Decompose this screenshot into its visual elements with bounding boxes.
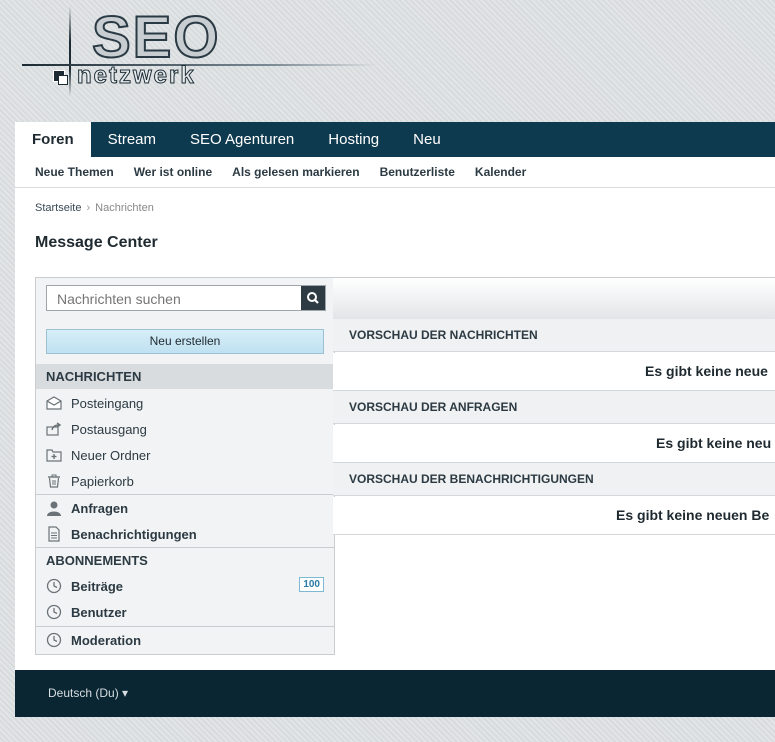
search-input[interactable] [55,289,299,309]
empty-message-text: Es gibt keine neuen Be [616,507,770,523]
preview-panel-header [333,277,775,320]
inbox-icon [46,396,62,410]
nav-tab-stream[interactable]: Stream [91,122,173,157]
sidebar-item-label: Moderation [71,632,142,648]
sidebar-item-label: Beiträge [71,578,124,594]
search-icon [307,292,319,304]
page-container: Foren Stream SEO Agenturen Hosting Neu N… [15,122,775,670]
empty-message-text: Es gibt keine neue [645,363,768,379]
section-heading-nachrichten[interactable]: NACHRICHTEN [36,364,334,389]
main-navigation: Foren Stream SEO Agenturen Hosting Neu [15,122,775,157]
sidebar-item-papierkorb[interactable]: Papierkorb [36,468,334,494]
sidebar-item-postausgang[interactable]: Postausgang [36,416,334,442]
folder-plus-icon [46,449,62,462]
preview-empty-anfragen: Es gibt keine neu [333,425,775,463]
preview-empty-benachrichtigungen: Es gibt keine neuen Be [333,497,775,535]
logo-crosshair-vertical [69,6,71,96]
sidebar-item-anfragen[interactable]: Anfragen [36,495,334,521]
subnav-benutzerliste[interactable]: Benutzerliste [380,165,455,179]
breadcrumb-current: Nachrichten [95,202,154,214]
subnav-neue-themen[interactable]: Neue Themen [35,165,114,179]
breadcrumb-home[interactable]: Startseite [35,202,81,214]
count-badge: 100 [299,577,324,592]
nav-tab-foren[interactable]: Foren [15,122,91,157]
sidebar-item-beitraege[interactable]: Beiträge 100 [36,573,334,599]
logo-word-seo: SEO [91,5,221,70]
preview-heading-nachrichten: VORSCHAU DER NACHRICHTEN [333,319,775,352]
sidebar-item-moderation[interactable]: Moderation [36,627,334,653]
trash-icon [48,474,60,488]
subnav-als-gelesen-markieren[interactable]: Als gelesen markieren [232,165,359,179]
subnav-wer-ist-online[interactable]: Wer ist online [134,165,212,179]
sidebar-item-label: Benachrichtigungen [71,526,197,542]
logo-word-netzwerk: netzwerk [77,62,196,90]
preview-empty-nachrichten: Es gibt keine neue [333,353,775,391]
section-heading-abonnements[interactable]: ABONNEMENTS [36,548,334,573]
sidebar-item-benutzer[interactable]: Benutzer [36,599,334,625]
subnav-kalender[interactable]: Kalender [475,165,526,179]
sidebar-item-label: Neuer Ordner [71,447,151,463]
nav-tab-seo-agenturen[interactable]: SEO Agenturen [173,122,311,157]
nav-tab-neu[interactable]: Neu [396,122,458,157]
sidebar-item-label: Benutzer [71,604,127,620]
breadcrumb: Startseite › Nachrichten [35,202,154,214]
document-icon [48,526,60,542]
site-logo[interactable]: SEO netzwerk [22,6,382,98]
user-icon [47,501,61,516]
clock-icon [46,578,62,594]
sub-navigation: Neue Themen Wer ist online Als gelesen m… [15,157,775,188]
sidebar-item-label: Postausgang [71,421,147,437]
preview-heading-benachrichtigungen: VORSCHAU DER BENACHRICHTIGUNGEN [333,463,775,496]
share-icon [46,422,62,436]
sidebar-item-label: Papierkorb [71,473,134,489]
sidebar-item-label: Anfragen [71,500,129,516]
sidebar-item-neuer-ordner[interactable]: Neuer Ordner [36,442,334,468]
sidebar-item-posteingang[interactable]: Posteingang [36,390,334,416]
nav-tab-hosting[interactable]: Hosting [311,122,396,157]
page-title: Message Center [35,234,158,251]
search-box [46,285,326,311]
message-preview-panel: VORSCHAU DER NACHRICHTEN Es gibt keine n… [333,277,775,535]
sidebar-item-benachrichtigungen[interactable]: Benachrichtigungen [36,521,334,547]
message-center-sidebar: Neu erstellen NACHRICHTEN Posteingang Po… [35,277,335,655]
search-button[interactable] [301,286,325,310]
clock-icon [46,632,62,648]
clock-icon [46,604,62,620]
footer: Deutsch (Du) ▾ [15,670,775,717]
new-message-button[interactable]: Neu erstellen [46,329,324,354]
empty-message-text: Es gibt keine neu [656,435,772,451]
logo-square-inner-icon [58,75,68,85]
sidebar-item-label: Posteingang [71,395,144,411]
chevron-right-icon: › [86,202,91,214]
preview-heading-anfragen: VORSCHAU DER ANFRAGEN [333,391,775,424]
language-selector[interactable]: Deutsch (Du) ▾ [48,686,128,700]
